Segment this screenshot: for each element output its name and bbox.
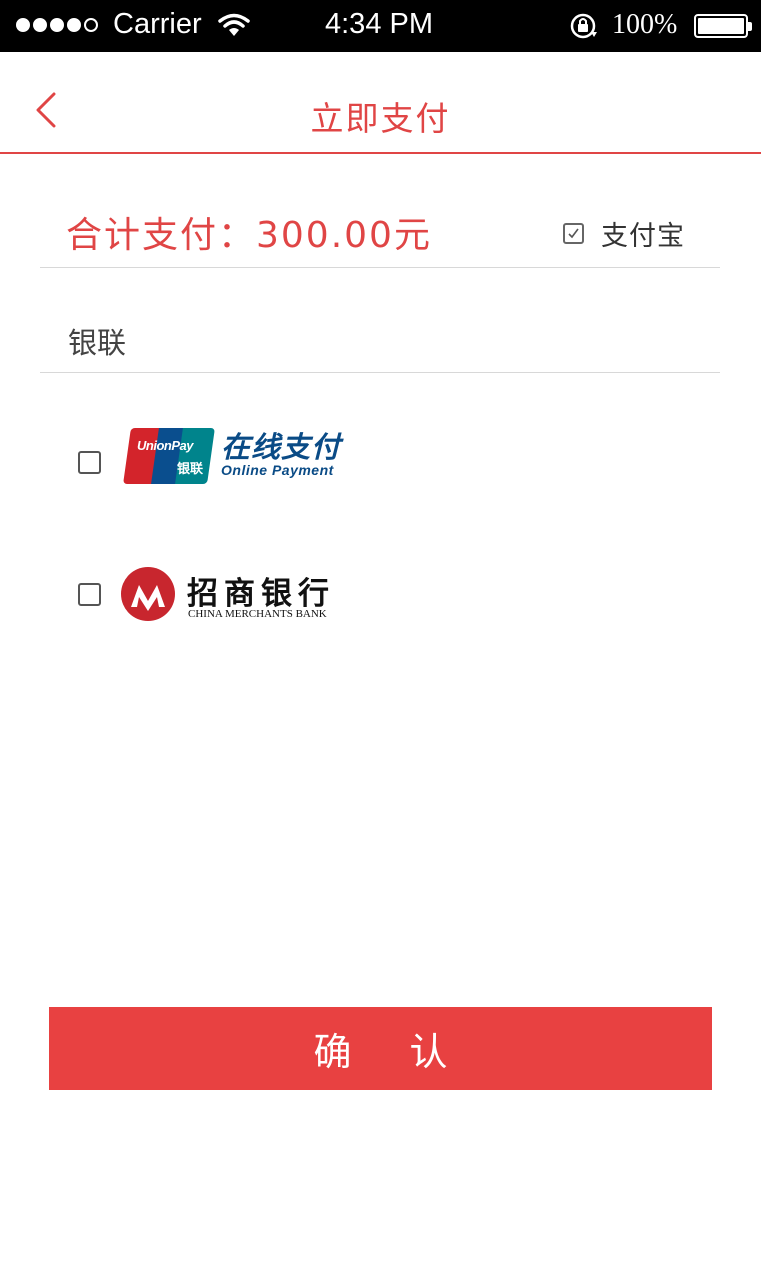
unionpay-logo: UnionPay 银联 在线支付 Online Payment xyxy=(121,414,359,510)
unionpay-logo-title: 在线支付 xyxy=(221,430,342,464)
unionpay-logo-cn: 银联 xyxy=(177,462,204,477)
unionpay-checkbox[interactable] xyxy=(78,450,101,474)
bank-option-cmb[interactable]: 招商银行 CHINA MERCHANTS BANK xyxy=(78,564,343,624)
unionpay-section-header: 银联 xyxy=(40,268,720,373)
unionpay-card-icon: UnionPay 银联 xyxy=(123,428,215,484)
unionpay-logo-word: UnionPay xyxy=(137,438,193,453)
battery-percent: 100% xyxy=(612,9,678,40)
cmb-logo-subtitle: CHINA MERCHANTS BANK xyxy=(188,608,327,620)
alipay-option[interactable]: 支付宝 xyxy=(563,214,685,253)
signal-dots-icon xyxy=(16,18,98,32)
carrier-label: Carrier xyxy=(113,8,202,40)
cmb-logo-title: 招商银行 xyxy=(187,576,335,612)
page-title: 立即支付 xyxy=(310,99,451,138)
status-bar: Carrier 4:34 PM 100% xyxy=(0,0,761,52)
alipay-checkbox[interactable] xyxy=(563,223,584,244)
alipay-label: 支付宝 xyxy=(601,221,685,252)
confirm-button[interactable]: 确认 xyxy=(49,1007,712,1090)
rotation-lock-icon xyxy=(569,12,599,44)
unionpay-logo-subtitle: Online Payment xyxy=(221,462,334,478)
clock: 4:34 PM xyxy=(325,8,433,40)
cmb-checkbox[interactable] xyxy=(78,582,101,606)
unionpay-section-title: 银联 xyxy=(68,326,127,360)
bank-option-unionpay[interactable]: UnionPay 银联 在线支付 Online Payment xyxy=(78,414,359,510)
total-amount: 合计支付：300.00元 xyxy=(66,215,432,256)
cmb-emblem-icon xyxy=(121,567,175,621)
battery-icon xyxy=(694,14,752,38)
check-icon xyxy=(568,228,579,239)
nav-bar: 立即支付 xyxy=(0,52,761,154)
payment-summary-row: 合计支付：300.00元 支付宝 xyxy=(40,156,720,268)
cmb-logo: 招商银行 CHINA MERCHANTS BANK xyxy=(121,564,343,624)
wifi-icon xyxy=(218,12,250,44)
